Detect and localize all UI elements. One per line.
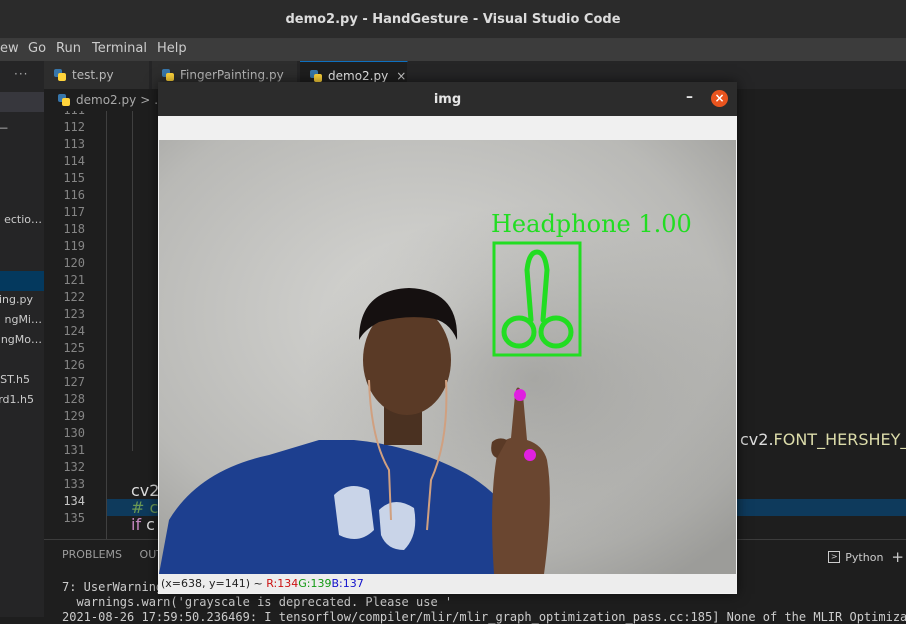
line-number: 132 — [63, 460, 85, 474]
sidebar-item[interactable]: ngMo… — [0, 330, 44, 350]
menu-item-go[interactable]: Go — [28, 41, 46, 56]
line-number: 133 — [63, 477, 85, 491]
line-number: 115 — [63, 171, 85, 185]
breadcrumb-separator: > — [140, 93, 151, 107]
menu-item-view[interactable]: ew — [0, 41, 19, 56]
line-number: 118 — [63, 222, 85, 236]
sidebar-item[interactable]: ngMi… — [0, 310, 44, 330]
camera-frame: Headphone 1.00 — [159, 140, 736, 574]
line-number: 117 — [63, 205, 85, 219]
sidebar-item[interactable]: ting.py — [0, 290, 44, 310]
img-window-titlebar[interactable]: img – × — [158, 82, 737, 116]
close-button[interactable]: × — [711, 90, 728, 107]
terminal-lang-select[interactable]: Python — [845, 551, 883, 564]
line-number: 123 — [63, 307, 85, 321]
line-number: 135 — [63, 511, 85, 525]
terminal-icon: > — [828, 551, 841, 563]
explorer-sidebar: ··· — ectio… ting.py ngMi… ngMo… IST.h5 … — [0, 61, 44, 617]
minimize-button[interactable]: – — [686, 89, 693, 105]
line-number: 126 — [63, 358, 85, 372]
python-file-icon — [58, 94, 70, 106]
indent-guide — [106, 111, 107, 539]
tab-problems[interactable]: PROBLEMS — [62, 548, 122, 561]
terminal-line: 2021-08-26 17:59:50.236469: I tensorflow… — [62, 610, 906, 624]
add-terminal-button[interactable]: + — [891, 548, 904, 566]
img-window-toolbar — [159, 116, 736, 140]
menu-item-help[interactable]: Help — [157, 41, 187, 56]
line-number: 127 — [63, 375, 85, 389]
detection-label: Headphone 1.00 — [491, 210, 692, 238]
img-window: img – × Headphone 1.00 (x=638, y=141) ~ … — [158, 82, 737, 594]
fingertip-marker — [514, 389, 526, 401]
img-window-title: img — [433, 91, 462, 107]
menu-bar: ew Go Run Terminal Help — [0, 39, 906, 61]
shirt-logo — [334, 486, 374, 539]
line-number: 124 — [63, 324, 85, 338]
menu-item-terminal[interactable]: Terminal — [92, 41, 147, 56]
window-titlebar: demo2.py - HandGesture - Visual Studio C… — [0, 0, 906, 39]
pixel-g-value: G:139 — [298, 577, 332, 590]
line-number: 122 — [63, 290, 85, 304]
line-number: 130 — [63, 426, 85, 440]
line-number: 116 — [63, 188, 85, 202]
line-number: 111 — [44, 111, 89, 119]
sidebar-item-active[interactable] — [0, 271, 44, 291]
line-number: 119 — [63, 239, 85, 253]
python-file-icon — [54, 69, 66, 81]
line-number: 131 — [63, 443, 85, 457]
menu-item-run[interactable]: Run — [56, 41, 81, 56]
tab-test-py[interactable]: test.py — [44, 61, 150, 89]
cursor-coords: (x=638, y=141) ~ — [161, 577, 267, 590]
line-number: 129 — [63, 409, 85, 423]
sidebar-item[interactable]: IST.h5 — [0, 370, 44, 390]
sidebar-item[interactable]: — — [0, 118, 44, 138]
python-file-icon — [310, 69, 322, 82]
panel-tabs: PROBLEMS OUT — [62, 548, 163, 561]
indent-guide — [132, 111, 133, 451]
line-number: 121 — [63, 273, 85, 287]
line-number-gutter: 111112 113 114 115 116 117 118 119 120 121 122 123 1… — [44, 111, 89, 539]
python-file-icon — [162, 69, 174, 81]
pixel-b-value: B:137 — [331, 577, 364, 590]
explorer-more-button[interactable]: ··· — [14, 67, 28, 81]
line-number: 134 — [63, 494, 85, 508]
fingertip-marker — [524, 449, 536, 461]
line-number: 112 — [63, 120, 85, 134]
line-number: 125 — [63, 341, 85, 355]
sidebar-item-selected[interactable] — [0, 92, 44, 112]
sidebar-item[interactable]: ectio… — [0, 210, 44, 230]
line-number: 113 — [63, 137, 85, 151]
code-line-135: if c — [131, 515, 155, 534]
close-tab-icon[interactable]: × — [396, 69, 406, 83]
code-line-130-tail: cv2.FONT_HERSHEY_COMPL — [740, 430, 906, 449]
terminal-line: 7: UserWarning — [62, 580, 164, 594]
line-number: 114 — [63, 154, 85, 168]
breadcrumb-file[interactable]: demo2.py — [76, 93, 136, 107]
panel-actions: > Python + — [828, 548, 904, 566]
sidebar-item[interactable]: rd1.h5 — [0, 390, 44, 410]
pixel-r-value: R:134 — [266, 577, 299, 590]
terminal-line: warnings.warn('grayscale is deprecated. … — [62, 595, 453, 609]
line-number: 120 — [63, 256, 85, 270]
line-number: 128 — [63, 392, 85, 406]
window-title: demo2.py - HandGesture - Visual Studio C… — [285, 12, 621, 27]
pixel-status-bar: (x=638, y=141) ~ R:134 G:139 B:137 — [159, 574, 736, 593]
